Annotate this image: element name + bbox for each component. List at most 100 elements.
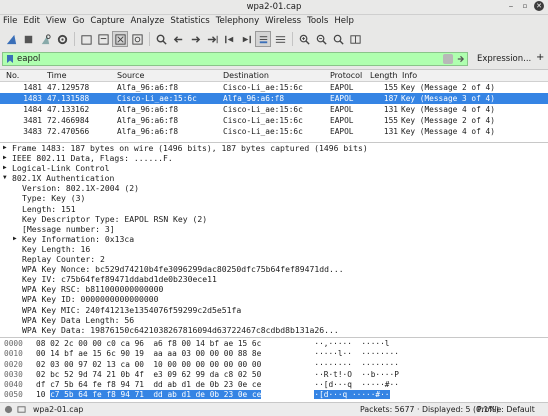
bytes-hex-text: 00 14 bf ae 15 6c 90 19 aa aa 03 00 00 0… [36, 349, 262, 359]
bytes-row[interactable]: 0050 10 c7 5b 64 fe f8 94 71 dd ab d1 de … [0, 390, 548, 400]
main-toolbar [0, 28, 548, 50]
detail-line[interactable]: WPA Key RSC: b811000000000000 [0, 284, 548, 294]
packet-row[interactable]: 1483 47.131588 Cisco-Li_ae:15:6c Alfa_96:a6… [0, 93, 548, 104]
detail-line[interactable]: ▶ Key Information: 0x13ca [0, 234, 548, 244]
detail-line[interactable]: WPA Key MIC: 240f41213e1354076f59299c2d5… [0, 305, 548, 315]
packet-row[interactable]: 1484 47.133162 Alfa_96:a6:f8 Cisco-Li_ae:15… [0, 104, 548, 115]
last-packet-icon[interactable] [238, 31, 254, 47]
expand-arrow-icon[interactable]: ▶ [3, 163, 7, 173]
detail-line[interactable]: ▶ IEEE 802.11 Data, Flags: ......F. [0, 153, 548, 163]
close-icon[interactable]: ✕ [534, 1, 544, 11]
packet-destination: Alfa_96:a6:f8 [223, 94, 285, 103]
find-icon[interactable] [153, 31, 169, 47]
bytes-row[interactable]: 0010 00 14 bf ae 15 6c 90 19 aa aa 03 00 … [0, 349, 548, 359]
status-profile[interactable]: Profile: Default [477, 405, 535, 414]
detail-line[interactable]: WPA Key Data Length: 56 [0, 315, 548, 325]
collapse-arrow-icon[interactable]: ▼ [3, 173, 7, 183]
add-filter-button[interactable]: + [536, 52, 544, 63]
expand-arrow-icon[interactable]: ▶ [3, 153, 7, 163]
detail-line[interactable]: [Message number: 3] [0, 224, 548, 234]
menu-view[interactable]: View [43, 15, 69, 28]
column-info[interactable]: Info [402, 71, 417, 80]
packet-row[interactable]: 1481 47.129578 Alfa_96:a6:f8 Cisco-Li_ae:15… [0, 82, 548, 93]
capture-comment-icon[interactable] [17, 405, 26, 414]
packet-info: Key (Message 3 of 4) [401, 94, 495, 103]
minimize-icon[interactable]: ‒ [506, 1, 516, 11]
detail-line[interactable]: Length: 151 [0, 204, 548, 214]
detail-line[interactable]: WPA Key ID: 0000000000000000 [0, 294, 548, 304]
column-protocol[interactable]: Protocol [330, 71, 362, 80]
packet-row[interactable]: 3481 72.466984 Alfa_96:a6:f8 Cisco-Li_ae:15… [0, 115, 548, 126]
filter-text[interactable]: eapol [17, 54, 40, 64]
save-icon[interactable] [95, 31, 111, 47]
detail-line[interactable]: ▶ Logical-Link Control [0, 163, 548, 173]
menu-file[interactable]: File [0, 15, 20, 28]
bytes-row[interactable]: 0030 02 bc 52 9d 74 21 0b 4f e3 09 62 99 … [0, 370, 548, 380]
menu-wireless[interactable]: Wireless [262, 15, 304, 28]
menu-help[interactable]: Help [331, 15, 357, 28]
menu-tools[interactable]: Tools [304, 15, 331, 28]
shark-fin-start-icon[interactable] [3, 31, 19, 47]
menu-analyze[interactable]: Analyze [128, 15, 168, 28]
detail-line[interactable]: WPA Key Nonce: bc529d74210b4fe3096299dac… [0, 264, 548, 274]
bytes-offset: 0030 [4, 369, 23, 379]
menu-capture[interactable]: Capture [87, 15, 127, 28]
reload-icon[interactable] [129, 31, 145, 47]
open-folder-icon[interactable] [78, 31, 94, 47]
back-arrow-icon[interactable] [170, 31, 186, 47]
column-no[interactable]: No. [6, 71, 19, 80]
apply-filter-icon[interactable] [456, 54, 465, 64]
column-length[interactable]: Length [370, 71, 398, 80]
column-time[interactable]: Time [47, 71, 67, 80]
zoom-in-icon[interactable] [296, 31, 312, 47]
zoom-reset-icon[interactable] [330, 31, 346, 47]
bytes-hex-text: df c7 5b 64 fe f8 94 71 dd ab d1 de 0b 2… [36, 380, 262, 390]
bytes-row[interactable]: 0040 df c7 5b 64 fe f8 94 71 dd ab d1 de … [0, 380, 548, 390]
colorize-icon[interactable] [272, 31, 288, 47]
detail-line[interactable]: Key Length: 16 [0, 244, 548, 254]
expand-arrow-icon[interactable]: ▶ [13, 234, 17, 244]
expression-button[interactable]: Expression... [477, 54, 531, 64]
stop-icon[interactable] [20, 31, 36, 47]
menu-telephony[interactable]: Telephony [213, 15, 262, 28]
expert-info-icon[interactable] [4, 405, 13, 414]
resize-columns-icon[interactable] [347, 31, 363, 47]
detail-text: Key IV: c75b64fef89471ddabd1de0b230ece11 [22, 274, 217, 285]
detail-line[interactable]: Key IV: c75b64fef89471ddabd1de0b230ece11 [0, 274, 548, 284]
menu-edit[interactable]: Edit [20, 15, 43, 28]
autoscroll-icon[interactable] [255, 31, 271, 47]
expand-arrow-icon[interactable]: ▶ [3, 143, 7, 153]
packet-bytes: 0000 08 02 2c 00 00 c0 ca 96 a6 f8 00 14 … [0, 337, 548, 402]
go-to-packet-icon[interactable] [204, 31, 220, 47]
forward-arrow-icon[interactable] [187, 31, 203, 47]
detail-line[interactable]: Type: Key (3) [0, 193, 548, 203]
zoom-out-icon[interactable] [313, 31, 329, 47]
bytes-ascii-text [305, 390, 314, 399]
bookmark-icon[interactable] [5, 54, 15, 64]
display-filter-input[interactable]: eapol [2, 52, 468, 66]
column-source[interactable]: Source [117, 71, 144, 80]
packet-details: ▶ Frame 1483: 187 bytes on wire (1496 bit… [0, 142, 548, 337]
detail-line[interactable]: Version: 802.1X-2004 (2) [0, 183, 548, 193]
packet-destination: Cisco-Li_ae:15:6c [223, 116, 303, 125]
first-packet-icon[interactable] [221, 31, 237, 47]
detail-line[interactable]: Replay Counter: 2 [0, 254, 548, 264]
menu-statistics[interactable]: Statistics [167, 15, 212, 28]
bytes-row[interactable]: 0020 02 03 00 97 02 13 ca 00 10 00 00 00 … [0, 360, 548, 370]
detail-line[interactable]: WPA Key Data: 19876150c6421038267816094d… [0, 325, 548, 335]
menu-go[interactable]: Go [69, 15, 87, 28]
restart-icon[interactable] [37, 31, 53, 47]
packet-row[interactable]: 3483 72.470566 Alfa_96:a6:f8 Cisco-Li_ae:15… [0, 126, 548, 137]
maximize-icon[interactable]: ▫ [520, 1, 530, 11]
column-destination[interactable]: Destination [223, 71, 269, 80]
bytes-hex-text: 02 03 00 97 02 13 ca 00 10 00 00 00 00 0… [36, 359, 262, 369]
bytes-row[interactable]: 0000 08 02 2c 00 00 c0 ca 96 a6 f8 00 14 … [0, 339, 548, 349]
detail-line[interactable]: Key Descriptor Type: EAPOL RSN Key (2) [0, 214, 548, 224]
clear-filter-icon[interactable] [443, 54, 453, 64]
close-file-icon[interactable] [112, 31, 128, 47]
detail-line[interactable]: ▶ Frame 1483: 187 bytes on wire (1496 bit… [0, 143, 548, 153]
packet-protocol: EAPOL [330, 94, 354, 103]
packet-destination: Cisco-Li_ae:15:6c [223, 127, 303, 136]
detail-line[interactable]: ▼ 802.1X Authentication [0, 173, 548, 183]
options-gear-icon[interactable] [54, 31, 70, 47]
